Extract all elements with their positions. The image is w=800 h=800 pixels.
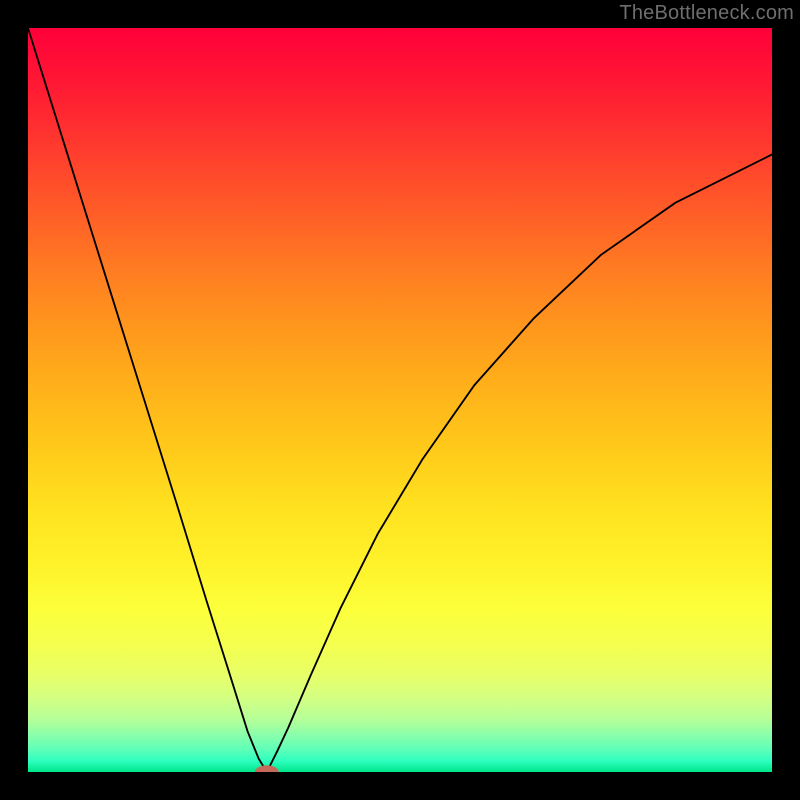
curve-right-branch — [267, 154, 772, 772]
plot-area — [28, 28, 772, 772]
plot-svg — [28, 28, 772, 772]
vertex-marker — [255, 765, 279, 772]
watermark-text: TheBottleneck.com — [619, 2, 794, 25]
curve-left-branch — [28, 28, 267, 772]
chart-frame: TheBottleneck.com — [0, 0, 800, 800]
